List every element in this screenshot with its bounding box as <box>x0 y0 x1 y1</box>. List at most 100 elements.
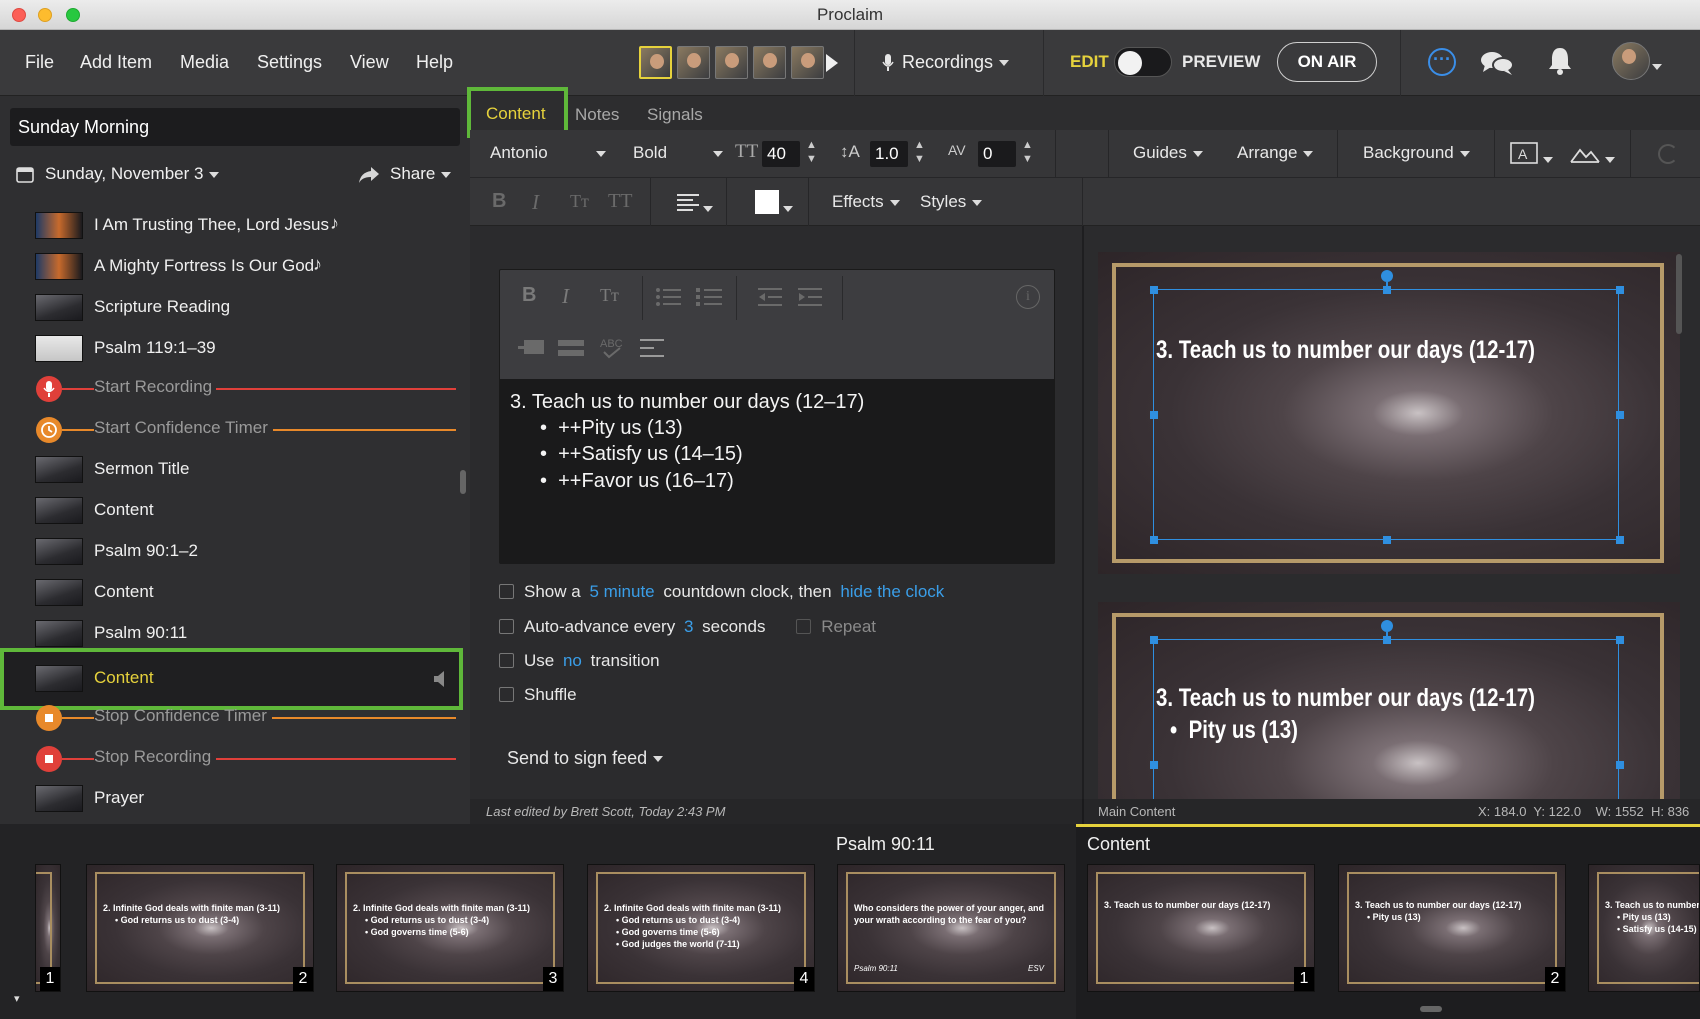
playlist-item[interactable]: Psalm 119:1–39 <box>0 329 470 367</box>
bold-icon[interactable]: B <box>522 284 536 307</box>
color-chevron-down-icon[interactable] <box>783 200 793 218</box>
text-box-selection[interactable]: 3. Teach us to number our days (12-17) •… <box>1150 620 1624 799</box>
line-height-stepper[interactable]: ▲ ▼ <box>914 138 925 166</box>
resize-handle[interactable] <box>1150 411 1158 419</box>
rich-text-editor[interactable]: B I Tт i ABC 3. Teach us to number our d… <box>499 269 1055 564</box>
collaborator-avatar[interactable] <box>677 46 710 79</box>
playlist-item[interactable]: Content <box>0 573 470 611</box>
bold-icon[interactable]: B <box>492 190 506 213</box>
resize-handle[interactable] <box>1616 761 1624 769</box>
shuffle-checkbox[interactable] <box>499 687 514 702</box>
all-caps-icon[interactable]: TT <box>608 190 632 213</box>
playlist-item-song[interactable]: A Mighty Fortress Is Our God ♪ <box>0 247 470 285</box>
tab-signals[interactable]: Signals <box>647 105 703 125</box>
repeat-checkbox[interactable] <box>796 619 812 634</box>
filmstrip-slide[interactable]: 1 <box>35 864 61 992</box>
italic-icon[interactable]: I <box>562 284 569 309</box>
share-dropdown[interactable]: Share <box>390 164 452 184</box>
resize-handle[interactable] <box>1383 536 1391 544</box>
playlist-item[interactable]: Prayer <box>0 779 470 817</box>
countdown-action-link[interactable]: hide the clock <box>840 582 944 601</box>
playlist-item[interactable]: Psalm 90:1–2 <box>0 532 470 570</box>
transition-type-link[interactable]: no <box>563 651 582 670</box>
minimize-window-button[interactable] <box>38 8 52 22</box>
numbered-list-icon[interactable] <box>696 287 722 307</box>
transition-checkbox[interactable] <box>499 653 514 668</box>
guides-dropdown[interactable]: Guides <box>1133 143 1203 163</box>
font-family-dropdown[interactable]: Antonio <box>490 143 606 163</box>
more-options-icon[interactable]: ··· <box>1428 48 1456 76</box>
signal-stop-confidence-timer[interactable]: Stop Confidence Timer <box>0 697 470 735</box>
filmstrip-slide[interactable]: 3. Teach us to number our days (12-17) •… <box>1338 864 1566 992</box>
text-box-selection[interactable]: 3. Teach us to number our days (12-17) <box>1150 270 1624 544</box>
recordings-dropdown[interactable]: Recordings <box>902 52 1010 73</box>
notifications-bell-icon[interactable] <box>1547 46 1573 76</box>
resize-handle[interactable] <box>1150 536 1158 544</box>
user-profile-avatar[interactable] <box>1612 42 1650 80</box>
countdown-duration-link[interactable]: 5 minute <box>589 582 654 601</box>
filmstrip-collapse-icon[interactable]: ▾ <box>14 992 20 1005</box>
small-caps-icon[interactable]: Tт <box>600 285 619 306</box>
play-icon[interactable] <box>826 54 838 72</box>
auto-advance-checkbox[interactable] <box>499 619 514 634</box>
auto-advance-seconds-link[interactable]: 3 <box>684 617 693 636</box>
sidebar-scrollbar[interactable] <box>460 470 466 494</box>
tab-notes[interactable]: Notes <box>575 105 619 125</box>
profile-chevron-down-icon[interactable] <box>1652 58 1662 76</box>
resize-handle[interactable] <box>1616 286 1624 294</box>
resize-handle[interactable] <box>1616 636 1624 644</box>
rotate-handle[interactable] <box>1381 620 1393 632</box>
collaborator-avatar[interactable] <box>639 46 672 79</box>
outdent-icon[interactable] <box>758 287 782 307</box>
collaborator-avatar[interactable] <box>753 46 786 79</box>
filmstrip-slide[interactable]: 2. Infinite God deals with finite man (3… <box>336 864 564 992</box>
image-chevron-down-icon[interactable] <box>1605 151 1615 169</box>
text-box-chevron-down-icon[interactable] <box>1543 151 1553 169</box>
filmstrip-slide[interactable]: 2. Infinite God deals with finite man (3… <box>587 864 815 992</box>
filmstrip-scroll-handle[interactable] <box>1420 1006 1442 1012</box>
resize-handle[interactable] <box>1150 761 1158 769</box>
collaborator-avatar[interactable] <box>791 46 824 79</box>
signal-stop-recording[interactable]: Stop Recording <box>0 738 470 776</box>
filmstrip-slide[interactable]: 2. Infinite God deals with finite man (3… <box>86 864 314 992</box>
alignment-chevron-down-icon[interactable] <box>703 200 713 218</box>
signal-start-recording[interactable]: Start Recording <box>0 368 470 406</box>
menu-add-item[interactable]: Add Item <box>80 52 152 73</box>
styles-dropdown[interactable]: Styles <box>920 192 983 212</box>
collaborator-avatar[interactable] <box>715 46 748 79</box>
effects-dropdown[interactable]: Effects <box>832 192 900 212</box>
resize-handle[interactable] <box>1150 636 1158 644</box>
signal-start-confidence-timer[interactable]: Start Confidence Timer <box>0 409 470 447</box>
image-mountain-icon[interactable] <box>1570 142 1600 164</box>
indent-icon[interactable] <box>798 287 822 307</box>
countdown-checkbox[interactable] <box>499 584 514 599</box>
resize-handle[interactable] <box>1616 411 1624 419</box>
slide-text-input[interactable]: 3. Teach us to number our days (12–17) •… <box>500 379 1054 564</box>
send-to-sign-feed-dropdown[interactable]: Send to sign feed <box>507 748 664 769</box>
preview-scrollbar[interactable] <box>1676 254 1682 334</box>
rotate-handle[interactable] <box>1381 270 1393 282</box>
menu-file[interactable]: File <box>25 52 54 73</box>
preview-slide-2[interactable]: 3. Teach us to number our days (12-17) •… <box>1098 602 1680 799</box>
line-height-input[interactable]: 1.0 <box>870 141 908 167</box>
font-size-stepper[interactable]: ▲ ▼ <box>806 138 817 166</box>
edit-preview-toggle[interactable] <box>1114 47 1172 77</box>
playlist-item[interactable]: Sermon Title <box>0 450 470 488</box>
tracking-stepper[interactable]: ▲ ▼ <box>1022 138 1033 166</box>
menu-settings[interactable]: Settings <box>257 52 322 73</box>
menu-help[interactable]: Help <box>416 52 453 73</box>
preview-slide-1[interactable]: 3. Teach us to number our days (12-17) <box>1098 252 1680 574</box>
align-left-icon[interactable] <box>677 193 699 211</box>
font-weight-dropdown[interactable]: Bold <box>633 143 724 163</box>
text-color-swatch[interactable] <box>755 190 779 214</box>
menu-media[interactable]: Media <box>180 52 229 73</box>
service-date-dropdown[interactable]: Sunday, November 3 <box>45 164 220 184</box>
filmstrip-slide[interactable]: 3. Teach us to number our • Pity us (13)… <box>1588 864 1700 992</box>
filmstrip-slide[interactable]: Who considers the power of your anger, a… <box>837 864 1065 992</box>
playlist-title[interactable]: Sunday Morning <box>10 108 460 146</box>
chat-icon[interactable] <box>1480 50 1514 76</box>
undo-icon[interactable] <box>1658 144 1678 164</box>
playlist-item[interactable]: Scripture Reading <box>0 288 470 326</box>
text-box-icon[interactable]: A <box>1510 142 1538 164</box>
menu-view[interactable]: View <box>350 52 389 73</box>
